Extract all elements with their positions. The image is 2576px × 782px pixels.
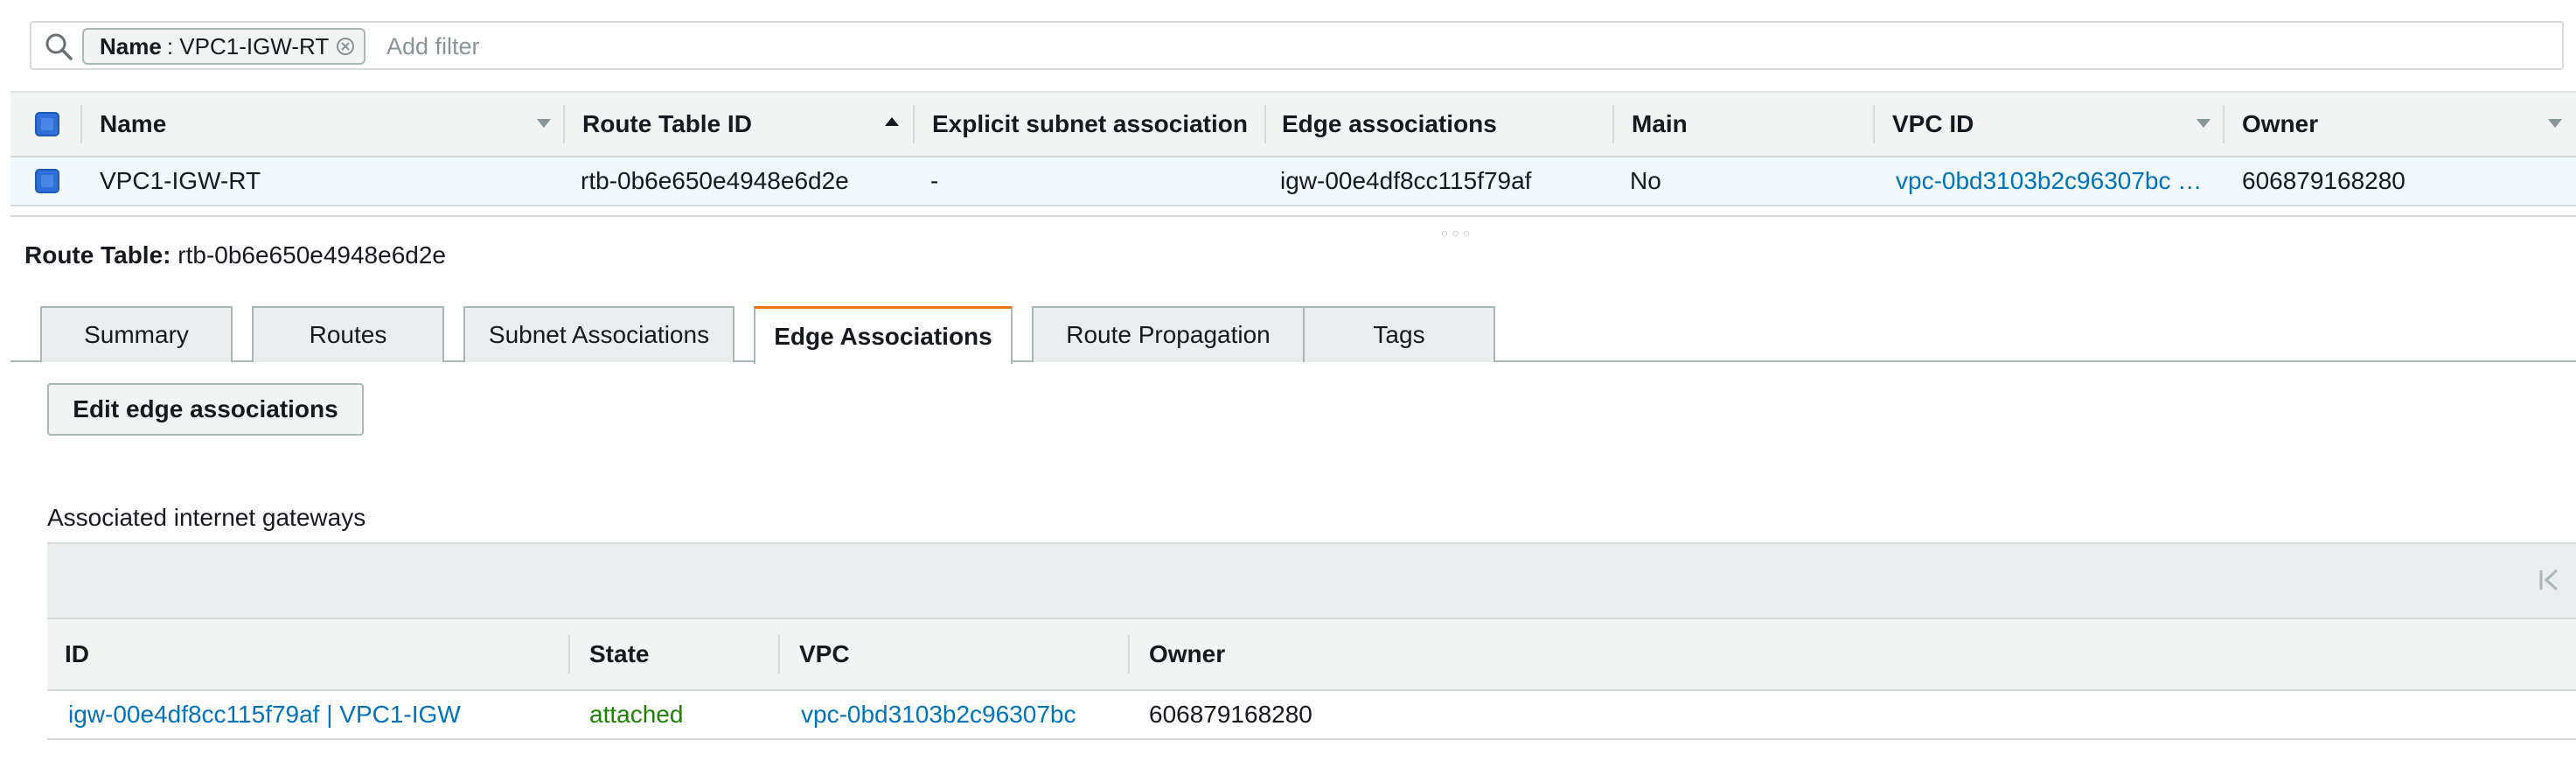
column-header-owner[interactable]: Owner [2242, 93, 2318, 156]
cell-name: VPC1-IGW-RT [100, 167, 261, 194]
sort-icon[interactable] [2548, 119, 2562, 128]
tab-route-propagation[interactable]: Route Propagation [1032, 306, 1305, 362]
route-table-id: rtb-0b6e650e4948e6d2e [178, 241, 446, 269]
column-header-owner[interactable]: Owner [1149, 619, 1225, 689]
table-row[interactable]: VPC1-IGW-RT rtb-0b6e650e4948e6d2e - igw-… [10, 157, 2576, 206]
tab-edge-associations[interactable]: Edge Associations [754, 306, 1013, 364]
filter-chip[interactable]: Name : VPC1-IGW-RT [82, 28, 366, 65]
tab-tags[interactable]: Tags [1303, 306, 1495, 362]
remove-filter-icon[interactable] [336, 37, 355, 56]
column-header-vpc[interactable]: VPC [799, 619, 850, 689]
filter-bar[interactable]: Name : VPC1-IGW-RT Add filter [30, 21, 2564, 70]
column-header-edge-associations[interactable]: Edge associations [1282, 93, 1497, 156]
column-header-vpc-id[interactable]: VPC ID [1892, 93, 1974, 156]
filter-chip-value: VPC1-IGW-RT [179, 32, 330, 59]
column-header-main[interactable]: Main [1632, 93, 1688, 156]
cell-explicit-subnet: - [930, 167, 939, 194]
row-checkbox[interactable] [35, 169, 59, 193]
tab-summary[interactable]: Summary [40, 306, 233, 362]
add-filter-input[interactable]: Add filter [386, 33, 480, 60]
table-toolbar [47, 542, 2576, 618]
route-table-label: Route Table: rtb-0b6e650e4948e6d2e [24, 241, 446, 269]
column-header-route-table-id[interactable]: Route Table ID [582, 93, 752, 156]
cell-route-table-id: rtb-0b6e650e4948e6d2e [581, 167, 849, 194]
sort-ascending-icon[interactable] [885, 117, 899, 126]
cell-edge-associations: igw-00e4df8cc115f79af [1280, 167, 1532, 194]
first-page-icon[interactable] [2536, 565, 2562, 595]
cell-owner: 606879168280 [2242, 167, 2405, 194]
column-header-explicit-subnet[interactable]: Explicit subnet association [932, 93, 1256, 156]
table-header: Name Route Table ID Explicit subnet asso… [10, 91, 2576, 157]
section-title: Associated internet gateways [47, 504, 366, 531]
column-header-id[interactable]: ID [65, 619, 89, 689]
tab-subnet-associations[interactable]: Subnet Associations [463, 306, 735, 362]
cell-vpc-id-link[interactable]: vpc-0bd3103b2c96307bc … [1896, 157, 2202, 205]
column-header-name[interactable]: Name [100, 93, 166, 156]
gateway-state: attached [589, 701, 684, 728]
sort-icon[interactable] [2197, 119, 2210, 128]
resize-handle-icon[interactable]: ○○○ [1441, 226, 1473, 240]
associated-table-header: ID State VPC Owner [47, 618, 2576, 691]
gateway-id-link[interactable]: igw-00e4df8cc115f79af | VPC1-IGW [68, 691, 461, 738]
edit-edge-associations-button[interactable]: Edit edge associations [47, 383, 364, 436]
sort-icon[interactable] [537, 119, 551, 128]
select-all-checkbox[interactable] [35, 112, 59, 136]
filter-chip-key: Name [100, 32, 162, 59]
cell-main: No [1630, 167, 1661, 194]
panel-divider[interactable] [10, 215, 2576, 217]
table-row[interactable]: igw-00e4df8cc115f79af | VPC1-IGW attache… [47, 691, 2576, 740]
search-icon [45, 33, 73, 60]
gateway-owner: 606879168280 [1149, 701, 1312, 728]
column-header-state[interactable]: State [589, 619, 649, 689]
tab-routes[interactable]: Routes [252, 306, 444, 362]
gateway-vpc-link[interactable]: vpc-0bd3103b2c96307bc [801, 691, 1076, 738]
